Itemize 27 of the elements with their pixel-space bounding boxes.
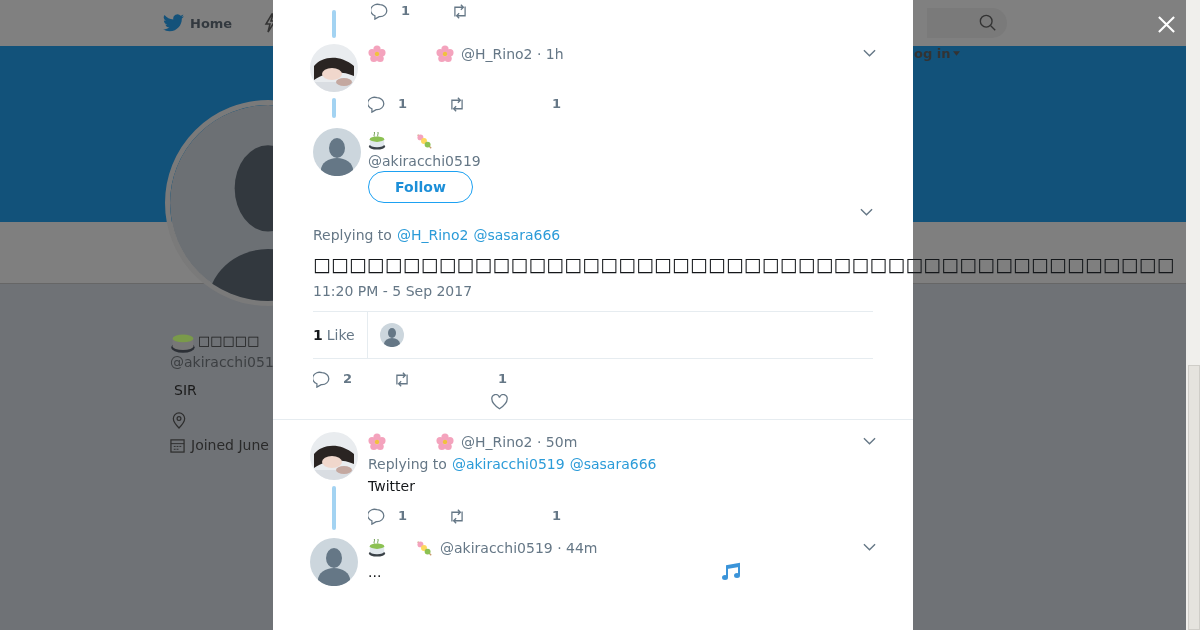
tweet-author[interactable]: @akiracchi0519 · 44m [440,540,598,556]
mention-link[interactable]: @akiracchi0519 [451,456,565,472]
tweet-text: ... [368,564,382,580]
tweet-author[interactable]: @H_Rino2 · 1h [461,46,564,62]
mention-link[interactable]: @sasara666 [569,456,657,472]
home-link[interactable]: Home [163,14,233,32]
mention-link[interactable]: @H_Rino2 [396,227,469,243]
follow-button[interactable]: Follow [368,171,473,203]
profile-bio: SIR [174,382,198,398]
tweet-text: □□□□□□□□□□□□□□□□□□□□□□□□□□□□□□□□□□□□□□□□□□□□□□□□ [313,253,1175,275]
timestamp[interactable]: 11:20 PM - 5 Sep 2017 [313,283,913,299]
tweet-text: Twitter [368,478,415,494]
reply-count: 1 [398,508,408,523]
replying-label: Replying to [368,456,447,472]
user-handle[interactable]: @akiracchi0519 [368,153,913,169]
like-count: 1 [552,96,562,111]
reply-count: 1 [401,3,411,18]
likes-count[interactable]: 1 Like [313,312,368,358]
reply-count: 1 [398,96,408,111]
mention-link[interactable]: @sasara666 [473,227,561,243]
profile-name: □□□□□ [198,332,260,350]
replying-label: Replying to [313,227,392,243]
join-date: Joined June [191,437,269,453]
reply-count: 2 [343,371,353,386]
like-count: 1 [497,371,507,386]
tweet-author[interactable]: @H_Rino2 · 50m [461,434,578,450]
like-count: 1 [552,508,562,523]
